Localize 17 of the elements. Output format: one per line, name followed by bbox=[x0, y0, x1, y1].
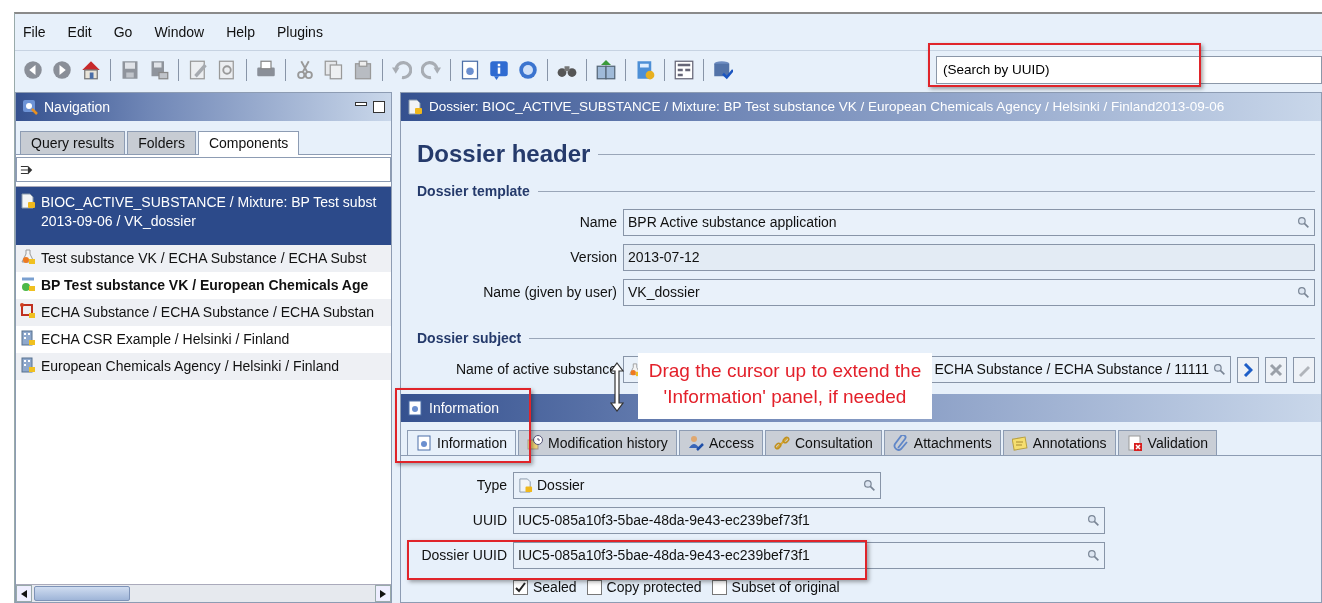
checkbox-label: Subset of original bbox=[731, 578, 840, 597]
panel-title: Information bbox=[429, 398, 500, 418]
section-heading: Dossier header bbox=[417, 139, 591, 169]
field-label: Name bbox=[578, 213, 617, 232]
checkbox-label: Sealed bbox=[533, 578, 577, 597]
field-label: UUID bbox=[471, 511, 507, 530]
checkbox-label: Copy protected bbox=[606, 578, 702, 597]
field-label: Version bbox=[569, 248, 617, 267]
group-heading: Dossier template bbox=[417, 181, 530, 201]
group-heading: Dossier subject bbox=[417, 328, 522, 348]
field-label: Name (given by user) bbox=[482, 283, 617, 302]
field-label: Type bbox=[475, 476, 507, 495]
callout-note: Drag the cursor up to extend the 'Information' panel, if needed bbox=[638, 353, 932, 419]
panel-title: Navigation bbox=[44, 97, 111, 117]
field-label: Name of active substance bbox=[454, 360, 617, 379]
field-label: Dossier UUID bbox=[420, 546, 507, 565]
editor-title: Dossier: BIOC_ACTIVE_SUBSTANCE / Mixture: BP Test substance VK / European Chemicals Agency / Helsinki / Finland2013-09-06 bbox=[429, 97, 1225, 116]
